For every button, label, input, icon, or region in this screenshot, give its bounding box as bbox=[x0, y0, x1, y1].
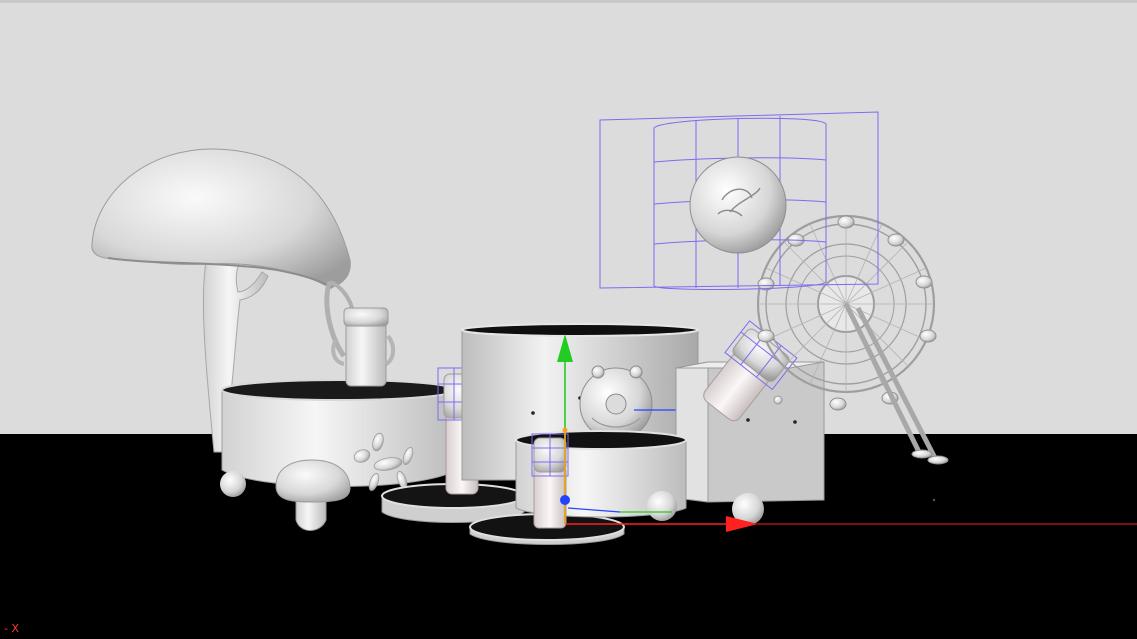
mesh-dot bbox=[531, 411, 535, 415]
thermos-lid bbox=[343, 307, 389, 327]
pivot-point[interactable] bbox=[562, 427, 568, 433]
tall-cylinder-top bbox=[461, 323, 699, 337]
small-sphere-center[interactable] bbox=[647, 491, 677, 521]
mesh-dot bbox=[793, 420, 797, 424]
axis-orientation-label: - X bbox=[4, 622, 20, 635]
z-axis-handle[interactable] bbox=[560, 495, 570, 505]
tilted-bottle-tip bbox=[773, 395, 783, 405]
viewport-top-edge bbox=[0, 0, 1137, 3]
left-pedestal-top bbox=[221, 379, 457, 401]
bottle-small[interactable] bbox=[531, 433, 569, 529]
scene-canvas[interactable] bbox=[0, 0, 1137, 639]
3d-viewport[interactable]: - X bbox=[0, 0, 1137, 639]
small-mushroom-stem bbox=[295, 497, 327, 531]
donut-hole bbox=[605, 393, 627, 415]
floor-dot bbox=[932, 498, 936, 502]
mesh-dot bbox=[746, 418, 750, 422]
small-sphere-left[interactable] bbox=[220, 471, 246, 497]
